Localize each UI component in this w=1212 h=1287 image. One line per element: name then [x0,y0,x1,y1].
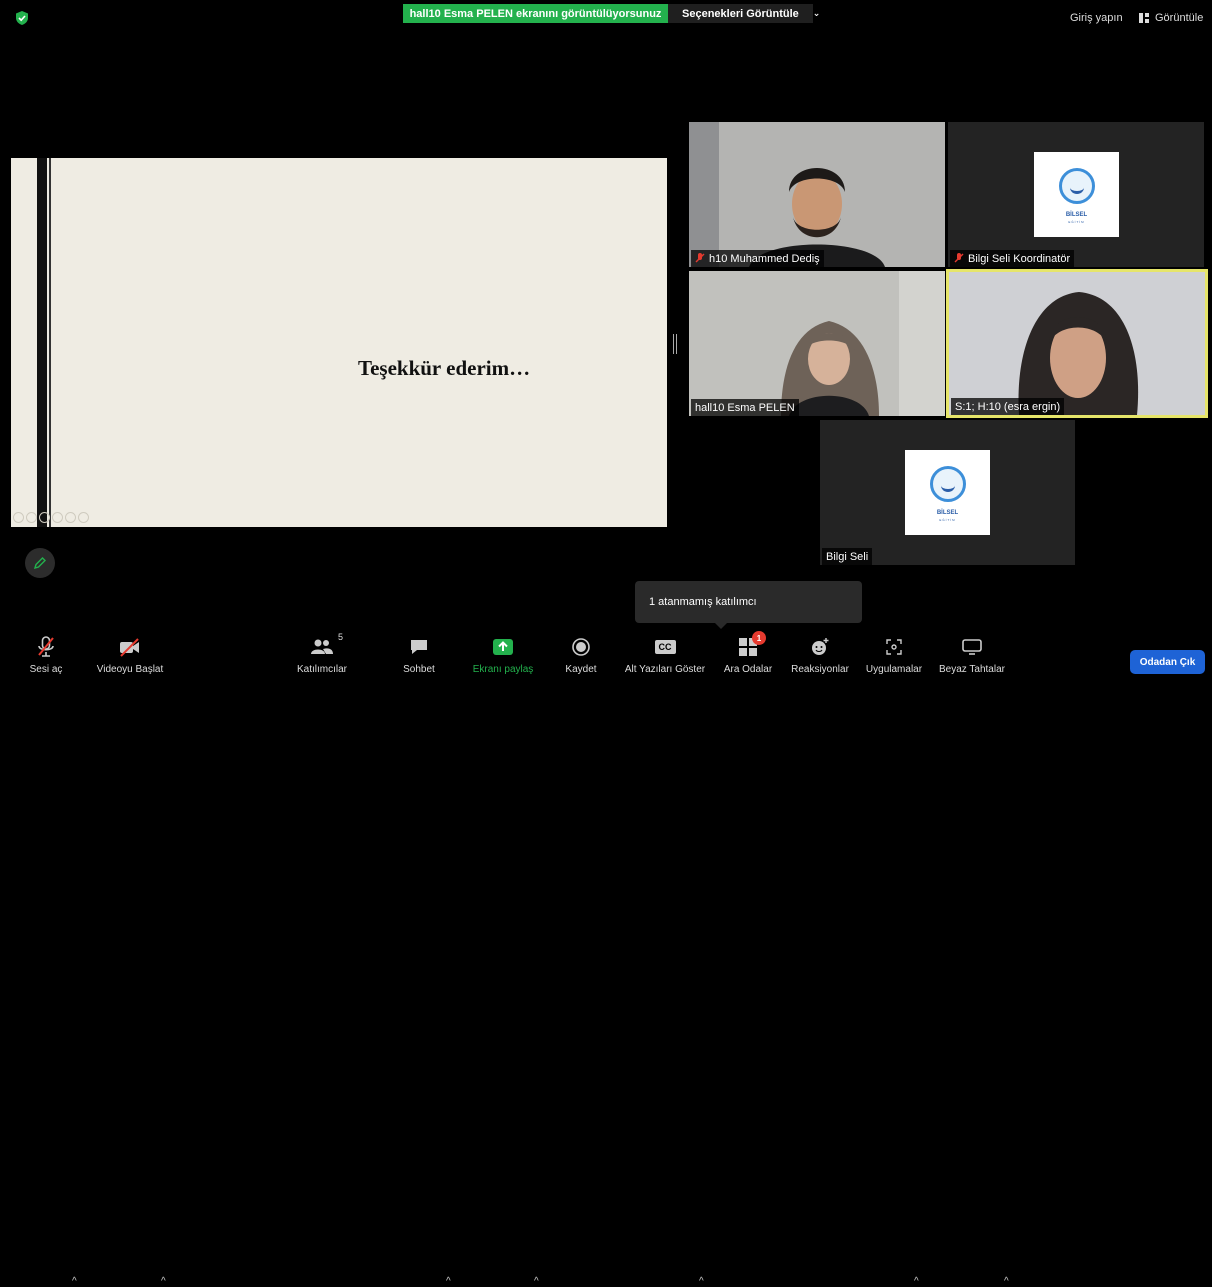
participant-name: hall10 Esma PELEN [695,401,795,414]
screen-share-banner: hall10 Esma PELEN ekranını görüntülüyors… [403,4,668,23]
chat-label: Sohbet [403,664,435,675]
participant-name-label: Bilgi Seli Koordinatör [950,250,1075,267]
participant-name: Bilgi Seli Koordinatör [968,252,1071,265]
unmute-button[interactable]: Sesi aç [1,636,91,675]
leave-room-button[interactable]: Odadan Çık [1130,650,1205,674]
view-options-dropdown[interactable]: Seçenekleri Görüntüle ⌄ [668,4,820,23]
captions-icon: CC [654,640,676,654]
participant-name: h10 Muhammed Dediş [709,252,820,265]
bilsel-logo-icon [1058,168,1095,204]
participant-name-label: hall10 Esma PELEN [691,399,799,416]
share-screen-label: Ekranı paylaş [472,664,534,675]
slide-zoom-icon[interactable] [65,512,76,523]
video-tile[interactable]: h10 Muhammed Dediş [689,122,945,267]
share-screen-icon [493,639,513,655]
slide-controls[interactable] [13,512,89,523]
breakout-badge: 1 [752,631,766,645]
apps-options-chevron-icon[interactable]: ^ [914,1276,919,1287]
profile-logo: BİLSEL EĞİTİM [1034,152,1119,237]
chat-options-chevron-icon[interactable]: ^ [446,1276,451,1287]
slide-pen-icon[interactable] [39,512,50,523]
participant-video [689,122,945,267]
record-button[interactable]: Kaydet [536,636,626,675]
start-video-button[interactable]: Videoyu Başlat [85,636,175,675]
participant-name: S:1; H:10 (esra ergin) [955,400,1061,413]
apps-icon [886,639,902,655]
record-icon [572,638,590,656]
apps-label: Uygulamalar [865,664,923,675]
muted-mic-icon [38,636,54,657]
tooltip-text: 1 atanmamış katılımcı [649,596,757,608]
muted-mic-icon [954,252,964,262]
whiteboard-options-chevron-icon[interactable]: ^ [1004,1276,1009,1287]
logo-text: BİLSEL [936,509,959,516]
participants-button[interactable]: 5 Katılımcılar [277,632,367,675]
shared-screen[interactable]: Teşekkür ederim… [11,158,667,527]
video-tile[interactable]: hall10 Esma PELEN [689,271,945,416]
view-button[interactable]: Görüntüle [1139,12,1203,24]
whiteboard-label: Beyaz Tahtalar [939,664,1005,675]
unassigned-participants-tooltip: 1 atanmamış katılımcı [635,581,862,629]
slide-more-icon[interactable] [78,512,89,523]
whiteboard-icon [962,639,982,655]
splitter-handle[interactable] [673,334,677,354]
video-off-icon [120,638,139,657]
share-options-chevron-icon[interactable]: ^ [534,1276,539,1287]
participant-video [949,272,1205,415]
captions-button[interactable]: CC Alt Yazıları Göster [620,636,710,675]
captions-label: Alt Yazıları Göster [624,664,706,675]
video-tile[interactable]: BİLSEL EĞİTİM Bilgi Seli [820,420,1075,565]
slide-edge-line [49,158,51,527]
chat-button[interactable]: Sohbet [374,636,464,675]
view-button-label: Görüntüle [1155,12,1204,24]
breakout-rooms-label: Ara Odalar [723,664,773,675]
bilsel-logo-icon [929,466,966,502]
participants-count: 5 [337,632,343,642]
chat-icon [411,640,427,654]
video-options-chevron-icon[interactable]: ^ [161,1276,166,1287]
slide-next-icon[interactable] [26,512,37,523]
meeting-toolbar: Sesi aç ^ Videoyu Başlat ^ 5 Katılımcıla… [0,630,1212,1287]
share-screen-button[interactable]: Ekranı paylaş [458,636,548,675]
chevron-down-icon: ⌄ [812,8,821,18]
participants-icon [311,639,333,654]
reaction-icon [812,638,829,655]
annotate-button[interactable] [25,548,55,578]
gallery-view-icon [1139,13,1149,23]
participant-name-label: S:1; H:10 (esra ergin) [951,398,1065,415]
muted-mic-icon [695,252,705,262]
start-video-label: Videoyu Başlat [96,664,164,675]
participant-name-label: Bilgi Seli [822,548,873,565]
slide-text: Teşekkür ederim… [358,356,531,380]
slide-edge-strip [37,158,47,527]
logo-subtext: EĞİTİM [939,518,956,522]
slide-prev-icon[interactable] [13,512,24,523]
participants-label: Katılımcılar [296,664,347,675]
profile-logo: BİLSEL EĞİTİM [905,450,990,535]
video-tile[interactable]: BİLSEL EĞİTİM Bilgi Seli Koordinatör [948,122,1204,267]
reactions-label: Reaksiyonlar [791,664,849,675]
whiteboard-button[interactable]: Beyaz Tahtalar [927,636,1017,675]
record-label: Kaydet [565,664,597,675]
pencil-icon [33,557,46,570]
audio-options-chevron-icon[interactable]: ^ [72,1276,77,1287]
unmute-label: Sesi aç [29,664,63,675]
participant-video [689,271,945,416]
view-options-label: Seçenekleri Görüntüle [682,7,799,20]
logo-subtext: EĞİTİM [1068,220,1085,224]
sign-in-link[interactable]: Giriş yapın [1070,12,1123,24]
active-speaker-tile[interactable]: S:1; H:10 (esra ergin) [946,269,1208,418]
apps-button[interactable]: Uygulamalar [849,636,939,675]
security-shield-icon[interactable] [14,10,30,26]
captions-options-chevron-icon[interactable]: ^ [699,1276,704,1287]
slide-menu-icon[interactable] [52,512,63,523]
participant-name-label: h10 Muhammed Dediş [691,250,824,267]
logo-text: BİLSEL [1065,211,1088,218]
participant-name: Bilgi Seli [826,550,869,563]
